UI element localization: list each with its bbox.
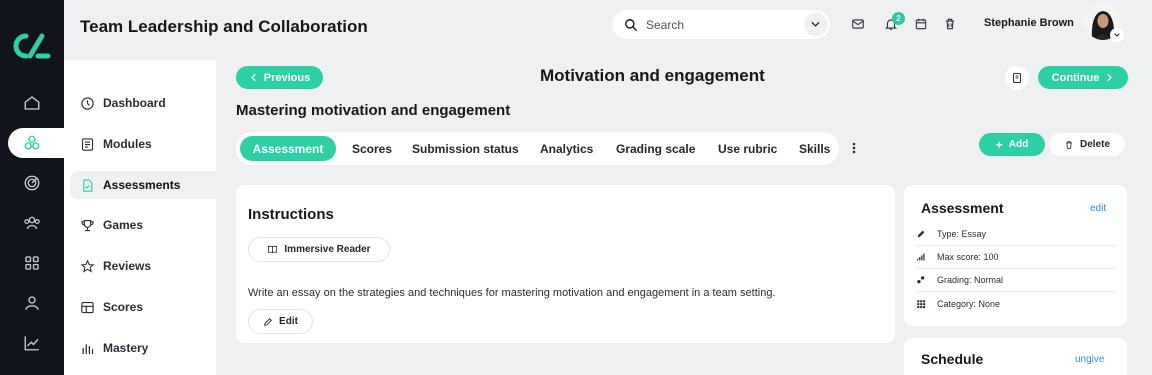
trophy-icon: [81, 219, 94, 231]
delete-button[interactable]: Delete: [1049, 133, 1125, 156]
delete-label: Delete: [1079, 139, 1110, 150]
chevron-left-icon: [250, 73, 256, 82]
app-title: Team Leadership and Collaboration: [80, 17, 368, 36]
tab-use-rubric[interactable]: Use rubric: [718, 136, 777, 161]
tab-assessment[interactable]: Assessment: [240, 136, 336, 161]
assessment-card: Assessment edit Type: Essay Max score: 1…: [904, 185, 1127, 326]
tab-scores[interactable]: Scores: [352, 136, 392, 161]
tab-analytics[interactable]: Analytics: [540, 136, 593, 161]
tab-submission-status[interactable]: Submission status: [412, 136, 519, 161]
bars-icon: [82, 343, 94, 354]
edit-label: Edit: [279, 316, 298, 327]
meta-row-grading: Grading: Normal: [916, 269, 1116, 292]
sidebar-item-label: Assessments: [103, 178, 181, 192]
page-subtitle: Mastering motivation and engagement: [236, 102, 511, 119]
app-logo[interactable]: [12, 30, 52, 62]
sidebar-item-assessments[interactable]: Assessments: [70, 171, 216, 199]
schedule-card-title: Schedule: [921, 351, 984, 367]
meta-max-score: Max score: 100: [937, 252, 999, 262]
sidebar-item-dashboard[interactable]: Dashboard: [70, 89, 216, 117]
chevron-down-icon: [1114, 33, 1120, 37]
add-label: Add: [1008, 139, 1029, 150]
user-menu-caret[interactable]: [1110, 28, 1124, 42]
search-dropdown-button[interactable]: [804, 13, 827, 36]
meta-type: Type: Essay: [937, 229, 987, 239]
notification-count-badge: 2: [892, 12, 905, 25]
hub-icon[interactable]: [8, 128, 72, 158]
sidebar-item-label: Scores: [103, 300, 144, 314]
assessment-card-title: Assessment: [921, 200, 1004, 216]
search-box[interactable]: [612, 10, 830, 39]
previous-label: Previous: [263, 71, 311, 84]
instructions-text: Write an essay on the strategies and tec…: [248, 287, 776, 299]
continue-button[interactable]: Continue: [1038, 66, 1128, 89]
plus-icon: +: [995, 137, 1003, 152]
pencil-icon: [264, 317, 273, 326]
edit-button[interactable]: Edit: [248, 309, 313, 334]
sidebar-item-label: Mastery: [103, 341, 149, 355]
immersive-reader-button[interactable]: Immersive Reader: [248, 237, 390, 262]
instructions-card: Instructions Immersive Reader Write an e…: [236, 185, 895, 343]
search-icon: [625, 18, 637, 31]
chevron-right-icon: [1107, 73, 1113, 82]
users-icon[interactable]: [0, 208, 64, 238]
schedule-card: Schedule ungive: [904, 338, 1127, 375]
instructions-title: Instructions: [248, 206, 334, 223]
target-icon[interactable]: [0, 168, 64, 198]
mail-icon[interactable]: [850, 16, 866, 32]
sidebar-item-label: Reviews: [103, 259, 152, 273]
page-title: Motivation and engagement: [540, 66, 765, 85]
chart-icon[interactable]: [0, 328, 64, 358]
table-icon: [81, 301, 94, 313]
sidebar-item-mastery[interactable]: Mastery: [70, 334, 216, 362]
meta-row-category: Category: None: [916, 292, 1116, 315]
search-input[interactable]: [646, 17, 786, 32]
signal-icon: [917, 253, 925, 261]
modules-icon: [81, 137, 94, 151]
meta-row-type: Type: Essay: [916, 223, 1116, 246]
icon-rail: [0, 0, 72, 375]
continue-label: Continue: [1051, 71, 1100, 84]
notes-button[interactable]: [1005, 66, 1029, 90]
tab-skills[interactable]: Skills: [799, 136, 830, 161]
meta-grading: Grading: Normal: [937, 275, 1004, 285]
previous-button[interactable]: Previous: [236, 66, 323, 89]
home-icon[interactable]: [0, 88, 64, 118]
trash-icon: [1066, 140, 1072, 149]
sidebar-item-label: Modules: [103, 137, 152, 151]
immersive-reader-label: Immersive Reader: [284, 244, 371, 255]
sidebar-item-label: Dashboard: [103, 96, 166, 110]
trash-icon[interactable]: [942, 16, 958, 32]
grading-icon: [917, 276, 925, 284]
calendar-icon[interactable]: [913, 16, 929, 32]
schedule-link[interactable]: ungive: [1075, 354, 1104, 365]
grid-icon[interactable]: [0, 248, 64, 278]
assessments-icon: [83, 178, 93, 192]
sidebar-item-label: Games: [103, 218, 144, 232]
assessment-edit-link[interactable]: edit: [1090, 203, 1106, 214]
dashboard-icon: [81, 96, 94, 110]
sidebar-item-reviews[interactable]: Reviews: [70, 252, 216, 280]
more-tabs-icon[interactable]: [848, 140, 860, 156]
notes-icon: [1013, 73, 1021, 83]
sidebar-item-scores[interactable]: Scores: [70, 293, 216, 321]
person-icon[interactable]: [0, 288, 64, 318]
star-icon: [80, 259, 95, 273]
meta-category: Category: None: [937, 298, 1001, 309]
user-name: Stephanie Brown: [984, 17, 1074, 29]
add-button[interactable]: + Add: [979, 133, 1045, 156]
category-icon: [917, 299, 926, 308]
sidebar-item-modules[interactable]: Modules: [70, 130, 216, 158]
meta-row-max-score: Max score: 100: [916, 246, 1116, 269]
chevron-down-icon: [811, 22, 820, 27]
tab-bar: Assessment Scores Submission status Anal…: [236, 132, 839, 165]
tab-grading-scale[interactable]: Grading scale: [616, 136, 695, 161]
sidebar: Dashboard Modules Assessments Games Revi…: [64, 60, 216, 375]
sidebar-item-games[interactable]: Games: [70, 211, 216, 239]
book-icon: [268, 245, 278, 254]
pencil-icon: [917, 230, 925, 238]
